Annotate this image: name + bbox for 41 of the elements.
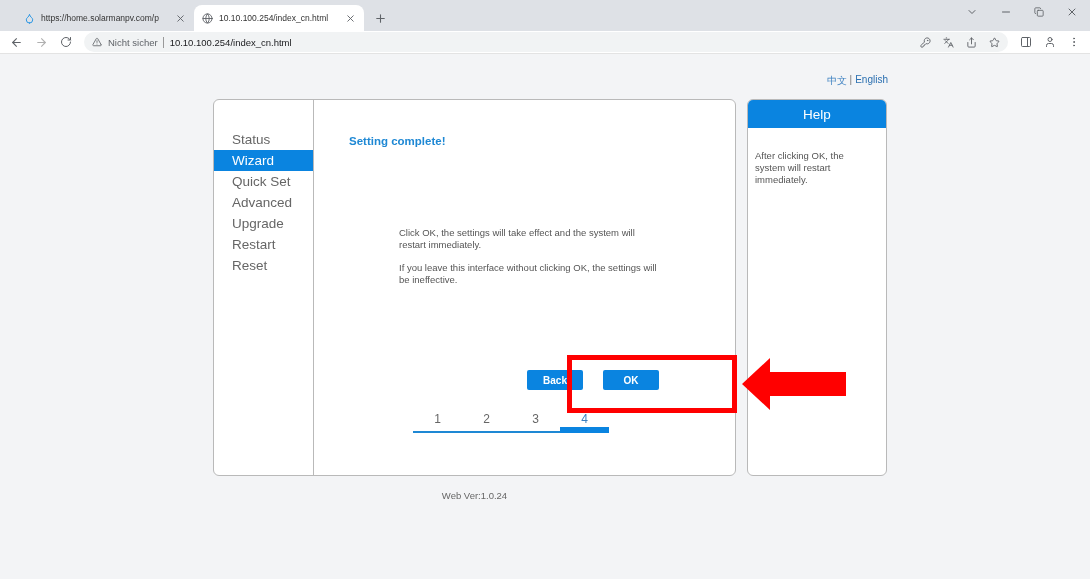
language-link[interactable]: 中文 [826,74,847,88]
back-arrow-icon[interactable] [10,35,23,49]
translate-icon[interactable] [943,36,954,48]
help-text: After clicking OK, the system will restart immediately. [754,149,845,186]
language-link[interactable]: English [855,74,888,88]
help-title: Help [748,100,886,128]
ok-button[interactable]: OK [603,370,659,390]
message-text: If you leave this interface without clicking OK, the settings will be ineffective. [399,262,658,286]
browser-tab[interactable]: 10.10.100.254/index_cn.html [194,5,364,31]
step[interactable]: 1 [413,412,462,433]
browser-tab[interactable]: https://home.solarmanpv.com/p [16,5,194,31]
warning-icon [92,37,102,47]
sidebar-item[interactable]: Restart [214,234,313,255]
sidebar-item[interactable]: Advanced [214,192,313,213]
step[interactable]: 3 [511,412,560,433]
sidebar-item[interactable]: Status [214,129,313,150]
reload-icon[interactable] [60,36,72,48]
globe-icon [202,12,213,24]
drop-icon [24,12,35,24]
step[interactable]: 2 [462,412,511,433]
arrow-icon [742,358,846,410]
side-panel-icon[interactable] [1020,36,1032,48]
star-icon[interactable] [989,36,1000,48]
sidebar-item[interactable]: Wizard [214,150,313,171]
step[interactable]: 4 [560,412,609,433]
sidebar-item[interactable]: Reset [214,255,313,276]
message-text: Click OK, the settings will take effect and the system will restart immediately. [399,227,636,251]
profile-icon[interactable] [1044,36,1056,48]
new-tab-icon[interactable] [374,12,387,25]
section-title: Setting complete! [349,135,447,147]
sidebar-item[interactable]: Quick Set [214,171,313,192]
close-icon[interactable] [345,12,356,24]
restore-icon[interactable] [1034,6,1044,17]
forward-arrow-icon[interactable] [35,35,48,49]
share-icon[interactable] [966,36,977,48]
close-icon[interactable] [175,12,186,24]
address-bar[interactable]: Nicht sicher 10.10.100.254/index_cn.html [84,32,1008,52]
version-text: Web Ver:1.0.24 [440,490,509,501]
key-icon[interactable] [920,36,931,48]
sidebar-item[interactable]: Upgrade [214,213,313,234]
separator: | [849,74,853,87]
